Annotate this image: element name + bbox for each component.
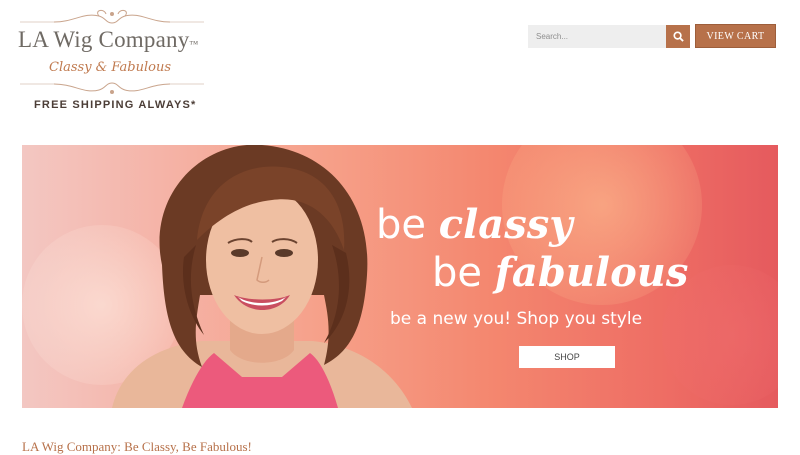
brand-text: LA Wig Company [18,27,190,52]
search-button[interactable] [666,25,690,48]
flourish-top-icon [20,9,204,24]
section-heading: LA Wig Company: Be Classy, Be Fabulous! [22,439,252,454]
hero-subtitle: be a new you! Shop you style [390,309,643,329]
hero-banner[interactable]: be classy be fabulous be a new you! Shop… [22,145,778,408]
free-shipping-banner: FREE SHIPPING ALWAYS* [34,99,197,111]
brand-name: LA Wig Company™ [18,27,198,53]
shop-button[interactable]: SHOP [519,346,615,368]
hero-headline-1-plain: be [376,202,439,248]
hero-headline-1: be classy [376,201,572,248]
view-cart-button[interactable]: VIEW CART [695,24,776,48]
search-bar [528,25,690,48]
hero-headline-2-plain: be [432,250,495,296]
hero-headline-2: be fabulous [432,249,688,296]
hero-headline-1-script: classy [438,201,573,248]
flourish-bottom-icon [20,82,204,94]
trademark: ™ [189,39,199,49]
search-icon [672,31,684,42]
site-logo[interactable]: LA Wig Company™ Classy & Fabulous FREE S… [14,8,210,116]
brand-tagline: Classy & Fabulous [49,60,171,75]
hero-headline-2-script: fabulous [494,249,689,296]
search-input[interactable] [528,25,666,48]
hero-model-image [112,145,412,408]
